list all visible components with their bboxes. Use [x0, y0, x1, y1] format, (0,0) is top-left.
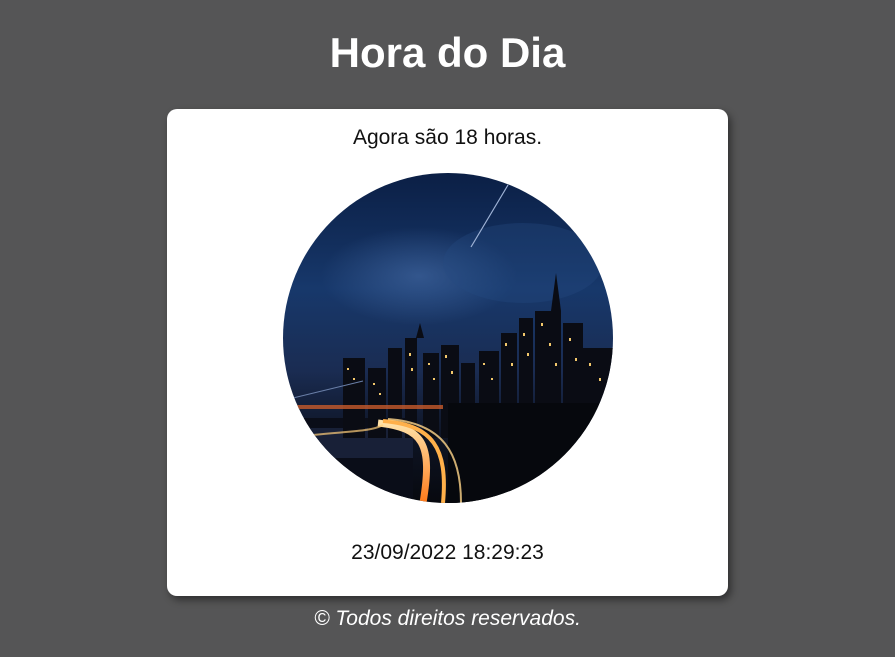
night-city-illustration	[283, 173, 613, 503]
footer-copyright: © Todos direitos reservados.	[314, 607, 581, 630]
page-title: Hora do Dia	[329, 29, 566, 76]
night-city-photo	[283, 173, 613, 503]
hour-message: Agora são 18 horas.	[352, 126, 543, 149]
current-datetime: 23/09/2022 18:29:23	[351, 541, 544, 564]
hour-card: Agora são 18 horas. 23/09/2022 18:29:23	[167, 109, 728, 596]
